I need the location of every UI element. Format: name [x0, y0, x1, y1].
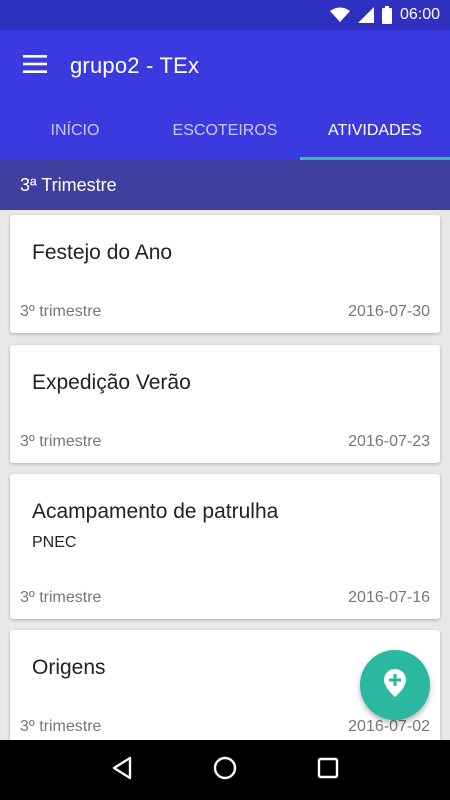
home-button[interactable]	[205, 750, 245, 790]
activity-date: 2016-07-23	[348, 433, 430, 450]
section-header: 3ª Trimestre	[0, 160, 450, 210]
activity-period: 3º trimestre	[20, 718, 102, 735]
add-location-icon	[384, 668, 406, 702]
activity-title: Acampamento de patrulha	[32, 500, 279, 523]
menu-icon	[23, 54, 47, 78]
activity-subtitle: PNEC	[32, 534, 77, 551]
activity-period: 3º trimestre	[20, 303, 102, 320]
menu-button[interactable]	[0, 30, 70, 102]
toolbar: grupo2 - TEx	[0, 30, 450, 102]
tab-inicio[interactable]: INÍCIO	[0, 102, 150, 160]
signal-icon	[357, 7, 374, 23]
back-icon	[111, 756, 133, 785]
battery-icon	[381, 6, 392, 24]
app-title: grupo2 - TEx	[70, 53, 200, 78]
add-activity-button[interactable]	[360, 650, 430, 720]
clock: 06:00	[399, 6, 440, 23]
recents-button[interactable]	[308, 750, 348, 790]
activity-period: 3º trimestre	[20, 589, 102, 606]
activity-card[interactable]: Acampamento de patrulha PNEC 3º trimestr…	[10, 474, 440, 619]
home-icon	[213, 756, 237, 785]
tab-escoteiros[interactable]: ESCOTEIROS	[150, 102, 300, 160]
activity-title: Expedição Verão	[32, 371, 191, 394]
activity-card[interactable]: Expedição Verão 3º trimestre 2016-07-23	[10, 345, 440, 463]
navigation-bar	[0, 740, 450, 800]
wifi-icon	[329, 7, 350, 23]
tab-bar: INÍCIO ESCOTEIROS ATIVIDADES	[0, 102, 450, 160]
recents-icon	[317, 757, 339, 784]
tab-atividades[interactable]: ATIVIDADES	[300, 102, 450, 160]
activity-date: 2016-07-02	[348, 718, 430, 735]
activity-period: 3º trimestre	[20, 433, 102, 450]
activity-card[interactable]: Festejo do Ano 3º trimestre 2016-07-30	[10, 215, 440, 333]
activity-title: Festejo do Ano	[32, 241, 173, 264]
app-bar: grupo2 - TEx INÍCIO ESCOTEIROS ATIVIDADE…	[0, 30, 450, 160]
back-button[interactable]	[102, 750, 142, 790]
activity-title: Origens	[32, 656, 106, 679]
activity-date: 2016-07-30	[348, 303, 430, 320]
status-bar: 06:00	[0, 0, 450, 30]
activity-date: 2016-07-16	[348, 589, 430, 606]
